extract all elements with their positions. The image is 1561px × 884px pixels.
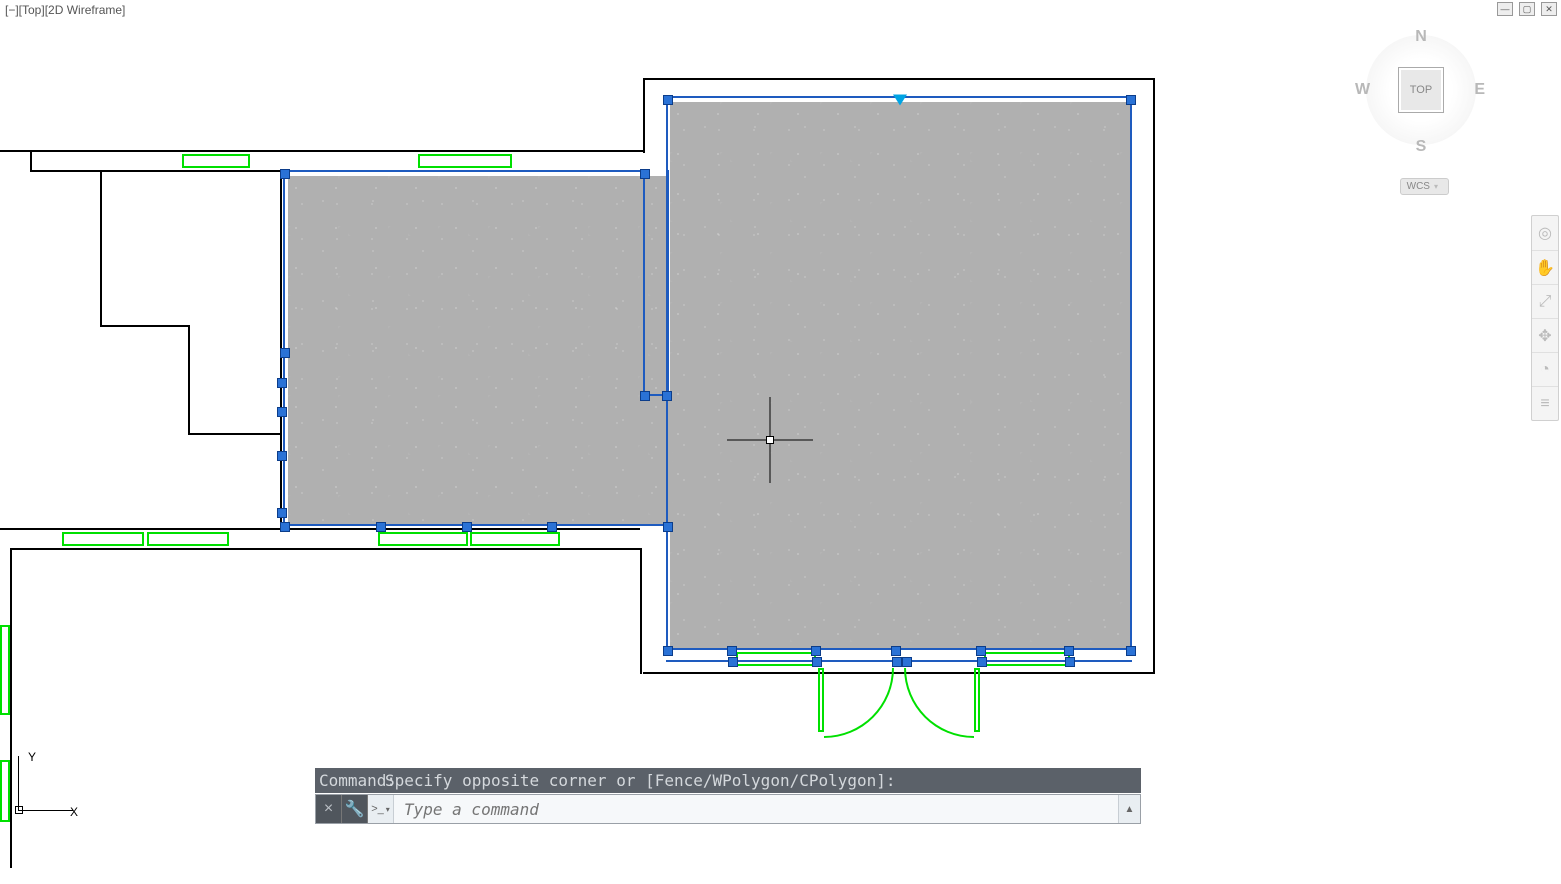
grip[interactable] [663, 95, 673, 105]
wall [30, 150, 32, 172]
command-history-text: Specify opposite corner or [Fence/WPolyg… [385, 771, 896, 790]
grip[interactable] [277, 451, 287, 461]
compass-n[interactable]: N [1415, 28, 1427, 46]
grip[interactable] [277, 378, 287, 388]
grip[interactable] [662, 391, 672, 401]
drawing-canvas[interactable] [0, 0, 1561, 884]
selected-polyline[interactable] [283, 170, 647, 526]
door-arc [904, 668, 974, 738]
grip[interactable] [277, 508, 287, 518]
ucs-y-label: Y [28, 750, 36, 764]
grip[interactable] [1065, 657, 1075, 667]
crosshair-pickbox [766, 436, 774, 444]
wall [1153, 78, 1155, 674]
wall [0, 150, 643, 152]
grip[interactable] [280, 348, 290, 358]
wall [188, 433, 282, 435]
grip[interactable] [280, 169, 290, 179]
grip[interactable] [1126, 646, 1136, 656]
command-close-button[interactable]: × [316, 795, 342, 823]
wcs-dropdown[interactable]: WCS [1400, 178, 1449, 195]
wall [30, 170, 280, 172]
grip[interactable] [727, 646, 737, 656]
grip[interactable] [891, 646, 901, 656]
wall [643, 672, 1155, 674]
navigation-bar: ◎ ✋ ⤢ ✥ ◔ ≡ [1531, 215, 1559, 421]
command-expand-button[interactable]: ▲ [1118, 795, 1140, 823]
window-opening[interactable] [62, 532, 144, 546]
compass-e[interactable]: E [1474, 81, 1485, 99]
grip[interactable] [812, 657, 822, 667]
window-opening[interactable] [418, 154, 512, 168]
wall [640, 548, 642, 674]
door-arc [824, 668, 894, 738]
wall [100, 325, 190, 327]
compass-s[interactable]: S [1416, 138, 1427, 156]
command-prompt: Command: [319, 771, 396, 790]
door-leaf[interactable] [974, 668, 980, 732]
wall [0, 528, 640, 530]
grip[interactable] [663, 522, 673, 532]
command-input[interactable] [394, 795, 1118, 823]
viewcube[interactable]: N S E W TOP [1361, 30, 1481, 150]
compass-w[interactable]: W [1355, 81, 1370, 99]
grip[interactable] [811, 646, 821, 656]
selected-polyline[interactable] [666, 96, 1132, 652]
grip[interactable] [640, 169, 650, 179]
command-history: Command: Specify opposite corner or [Fen… [315, 768, 1141, 793]
selected-polyline[interactable] [283, 524, 669, 526]
nav-orbit-icon[interactable]: ✥ [1532, 318, 1558, 352]
command-recent-button[interactable]: >_ [368, 795, 394, 823]
grip[interactable] [376, 522, 386, 532]
command-line: Command: Specify opposite corner or [Fen… [315, 768, 1141, 824]
nav-showmotion-icon[interactable]: ◔ [1532, 352, 1558, 386]
grip[interactable] [902, 657, 912, 667]
model-viewport[interactable]: [−][Top][2D Wireframe] — ▢ ✕ [0, 0, 1561, 884]
window-opening[interactable] [984, 652, 1070, 666]
window-opening[interactable] [736, 652, 816, 666]
grip[interactable] [976, 646, 986, 656]
grip[interactable] [892, 657, 902, 667]
window-opening[interactable] [378, 532, 468, 546]
selected-polyline[interactable] [666, 524, 668, 650]
grip[interactable] [640, 391, 650, 401]
nav-zoom-icon[interactable]: ⤢ [1532, 284, 1558, 318]
grip[interactable] [977, 657, 987, 667]
grip[interactable] [1064, 646, 1074, 656]
window-opening[interactable] [182, 154, 250, 168]
grip[interactable] [728, 657, 738, 667]
grip[interactable] [462, 522, 472, 532]
nav-pan-icon[interactable]: ✋ [1532, 250, 1558, 284]
window-opening[interactable] [147, 532, 229, 546]
grip[interactable] [663, 646, 673, 656]
grip[interactable] [277, 407, 287, 417]
nav-menu-icon[interactable]: ≡ [1532, 386, 1558, 420]
wall [10, 548, 12, 868]
wall [10, 548, 640, 550]
midpoint-marker[interactable] [893, 95, 907, 106]
wall [643, 78, 1155, 80]
grip[interactable] [547, 522, 557, 532]
window-opening[interactable] [0, 625, 10, 715]
selected-polyline[interactable] [643, 170, 669, 396]
grip[interactable] [280, 522, 290, 532]
ucs-x-label: X [70, 805, 78, 819]
wall [188, 325, 190, 435]
nav-steering-wheel-icon[interactable]: ◎ [1532, 216, 1558, 250]
command-bar: × 🔧 >_ ▲ [315, 794, 1141, 824]
viewcube-top[interactable]: TOP [1398, 67, 1444, 113]
window-opening[interactable] [470, 532, 560, 546]
wall [100, 170, 102, 327]
window-opening[interactable] [0, 760, 10, 822]
grip[interactable] [1126, 95, 1136, 105]
wall [643, 78, 645, 153]
command-options-button[interactable]: 🔧 [342, 795, 368, 823]
